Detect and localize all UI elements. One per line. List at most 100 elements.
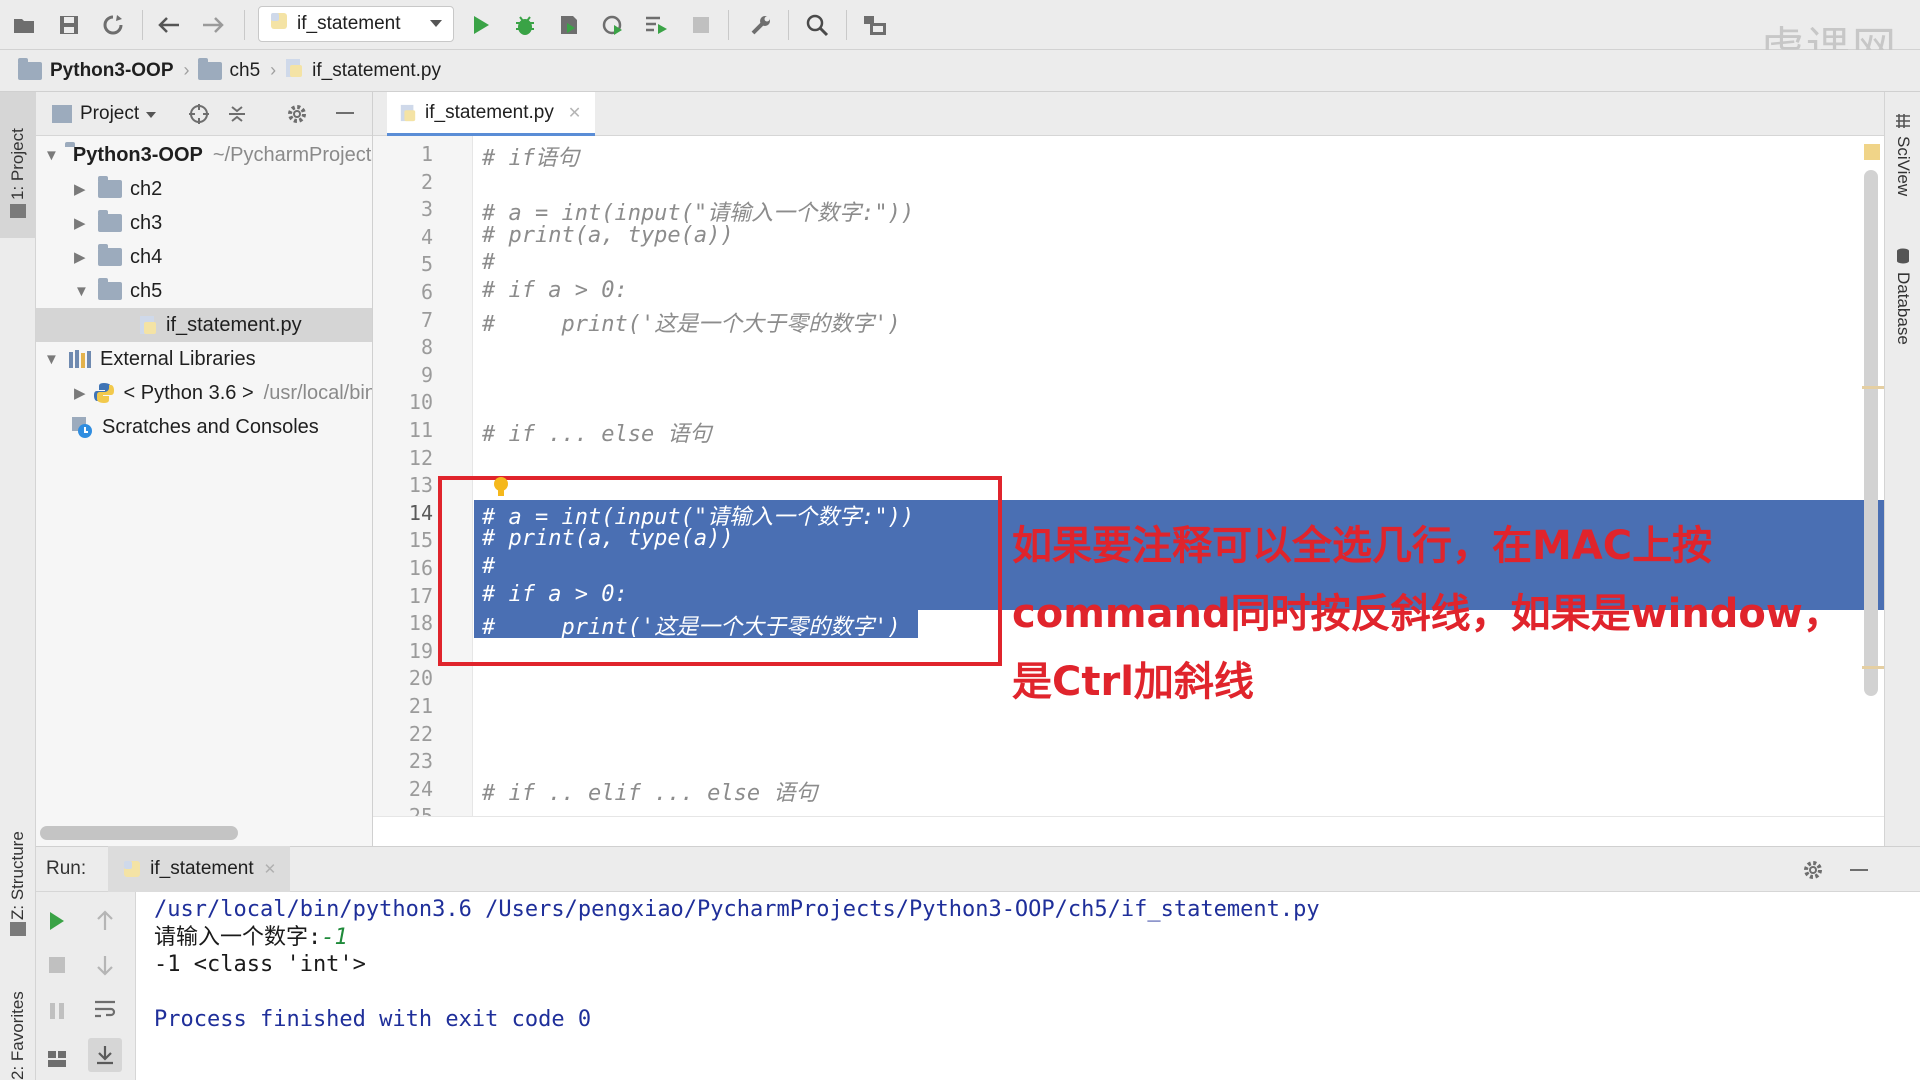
folder-icon xyxy=(197,57,222,80)
breadcrumb-folder[interactable]: ch5 xyxy=(197,57,260,82)
minimize-icon[interactable] xyxy=(1850,869,1868,871)
folder-icon xyxy=(98,176,122,198)
code-line: # print('这是一个大于零的数字') xyxy=(482,311,901,337)
back-arrow-icon[interactable] xyxy=(152,8,186,42)
project-tool-window: Project ▼ Python3-OOP ~/PycharmProjects/… xyxy=(36,92,373,846)
open-folder-icon[interactable] xyxy=(8,8,42,42)
line-number: 19 xyxy=(408,638,433,663)
python-file-icon xyxy=(122,859,142,879)
tree-item-python-sdk[interactable]: ▶ < Python 3.6 > /usr/local/bin/python3.… xyxy=(36,376,372,410)
editor-horizontal-scrollbar-area xyxy=(373,816,1884,846)
run-label: Run: xyxy=(46,858,87,879)
tree-item-ch2[interactable]: ▶ ch2 xyxy=(36,172,372,206)
code-line: # xyxy=(482,250,496,276)
rerun-icon[interactable] xyxy=(40,904,74,938)
line-number: 14 xyxy=(408,500,433,525)
tree-item-ch5[interactable]: ▼ ch5 xyxy=(36,274,372,308)
tree-item-if-statement-file[interactable]: if_statement.py xyxy=(36,308,372,342)
project-horizontal-scrollbar[interactable] xyxy=(40,826,238,840)
run-console[interactable]: /usr/local/bin/python3.6 /Users/pengxiao… xyxy=(136,892,1884,1080)
debug-icon[interactable] xyxy=(508,8,542,42)
run-with-coverage-icon[interactable] xyxy=(552,8,586,42)
inspection-status-icon[interactable] xyxy=(1864,144,1880,160)
collapse-all-icon[interactable] xyxy=(226,103,248,131)
line-number: 16 xyxy=(408,556,433,580)
scroll-marker xyxy=(1862,386,1884,389)
code-line: # print(a, type(a)) xyxy=(482,222,734,248)
gear-icon[interactable] xyxy=(286,103,308,131)
breadcrumb-project[interactable]: Python3-OOP xyxy=(18,57,174,82)
editor-vertical-scrollbar[interactable] xyxy=(1864,170,1878,696)
structure-icon xyxy=(10,922,26,936)
collapsed-arrow-icon: ▶ xyxy=(74,385,86,402)
lightbulb-icon[interactable] xyxy=(493,476,509,498)
main-toolbar: if_statement 虎课网 xyxy=(0,0,1920,74)
chevron-down-icon[interactable] xyxy=(145,103,157,125)
forward-arrow-icon[interactable] xyxy=(196,8,230,42)
run-config-label: if_statement xyxy=(297,13,401,34)
line-number: 15 xyxy=(408,528,433,553)
project-view-dropdown[interactable]: Project xyxy=(80,103,139,125)
sciview-icon xyxy=(1895,114,1911,128)
line-number: 3 xyxy=(420,197,433,222)
line-number: 21 xyxy=(408,694,433,718)
layout-icon[interactable] xyxy=(40,1042,74,1076)
code-line: # if ... else 语句 xyxy=(482,422,712,447)
editor-tab-bar: if_statement.py ✕ xyxy=(373,92,1884,136)
tree-item-ch3[interactable]: ▶ ch3 xyxy=(36,206,372,240)
minimize-icon[interactable] xyxy=(336,112,354,114)
close-tab-icon[interactable]: ✕ xyxy=(568,103,581,123)
database-tool-tab[interactable]: Database xyxy=(1893,272,1913,345)
collapsed-arrow-icon: ▶ xyxy=(74,215,86,232)
project-structure-icon[interactable] xyxy=(858,8,892,42)
console-prompt-line: 请输入一个数字:-1 xyxy=(154,924,348,950)
line-number: 6 xyxy=(420,280,433,304)
database-icon xyxy=(1895,248,1911,264)
structure-tool-tab[interactable]: Z: Structure xyxy=(8,831,28,920)
project-tool-tab[interactable]: 1: Project xyxy=(8,128,28,200)
favorites-tool-tab[interactable]: 2: Favorites xyxy=(8,991,28,1080)
close-tab-icon[interactable]: ✕ xyxy=(264,860,277,878)
scroll-to-end-icon[interactable] xyxy=(88,1038,122,1072)
wrench-icon[interactable] xyxy=(744,8,778,42)
run-tab-if-statement[interactable]: if_statement ✕ xyxy=(108,846,291,892)
run-configuration-dropdown[interactable]: if_statement xyxy=(258,6,454,42)
line-number: 4 xyxy=(420,224,433,249)
tree-item-project-root[interactable]: ▼ Python3-OOP ~/PycharmProjects/Python3-… xyxy=(36,138,372,172)
save-icon[interactable] xyxy=(52,8,86,42)
python-logo-icon xyxy=(92,381,116,405)
collapsed-arrow-icon: ▶ xyxy=(74,249,86,266)
breadcrumb-file[interactable]: if_statement.py xyxy=(284,57,441,85)
tree-item-scratches[interactable]: Scratches and Consoles xyxy=(36,410,372,444)
soft-wrap-icon[interactable] xyxy=(88,992,122,1026)
line-number: 8 xyxy=(420,335,433,360)
tree-item-ch4[interactable]: ▶ ch4 xyxy=(36,240,372,274)
line-number: 9 xyxy=(420,362,433,387)
gear-icon[interactable] xyxy=(1802,859,1824,887)
stop-icon[interactable] xyxy=(40,948,74,982)
line-number: 2 xyxy=(420,169,433,194)
concurrency-diagram-icon[interactable] xyxy=(640,8,674,42)
tree-item-external-libraries[interactable]: ▼ External Libraries xyxy=(36,342,372,376)
tab-if-statement[interactable]: if_statement.py ✕ xyxy=(387,92,596,136)
sciview-tool-tab[interactable]: SciView xyxy=(1893,136,1913,196)
down-arrow-icon[interactable] xyxy=(88,948,122,982)
right-tool-stripe: SciView Database xyxy=(1884,92,1920,846)
python-file-icon xyxy=(269,11,289,37)
expanded-arrow-icon: ▼ xyxy=(74,282,89,300)
search-icon[interactable] xyxy=(800,8,834,42)
run-icon[interactable] xyxy=(464,8,498,42)
sync-icon[interactable] xyxy=(96,8,130,42)
pause-icon[interactable] xyxy=(40,994,74,1028)
profile-icon[interactable] xyxy=(596,8,630,42)
up-arrow-icon[interactable] xyxy=(88,904,122,938)
folder-icon xyxy=(10,204,26,218)
line-number: 25 xyxy=(373,804,433,816)
run-panel-header: Run: if_statement ✕ xyxy=(36,846,1920,892)
locate-target-icon[interactable] xyxy=(188,103,210,131)
line-number: 1 xyxy=(420,142,433,166)
python-file-icon xyxy=(138,314,158,336)
stop-icon[interactable] xyxy=(684,8,718,42)
line-number: 7 xyxy=(420,307,433,332)
